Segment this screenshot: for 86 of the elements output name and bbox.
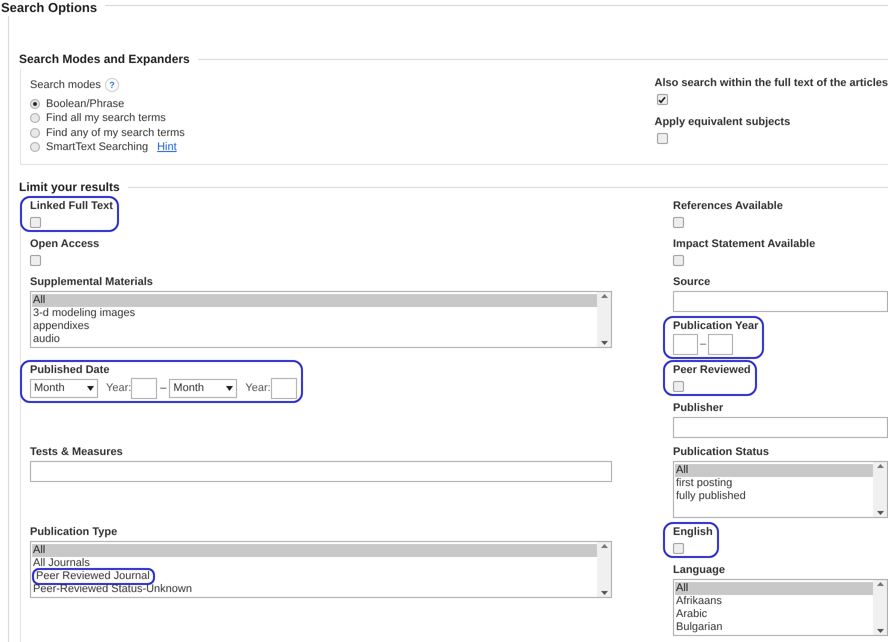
field-label: Published Date <box>30 364 110 377</box>
field-label: Open Access <box>30 238 100 251</box>
year-input-field[interactable] <box>673 334 698 355</box>
checkbox[interactable] <box>30 217 41 228</box>
year-label: Year: <box>106 381 132 396</box>
list-option[interactable]: Bulgarian <box>675 621 873 634</box>
scroll-up-arrow-icon[interactable] <box>876 582 884 586</box>
scroll-up-arrow-icon[interactable] <box>600 544 608 548</box>
section-title: Search Modes and Expanders <box>19 51 190 68</box>
month-dropdown[interactable]: Month <box>169 379 238 398</box>
field-label: Linked Full Text <box>30 200 113 213</box>
radio-button[interactable] <box>30 142 40 152</box>
list-option[interactable]: audio <box>32 333 597 346</box>
checkmark-icon <box>658 96 666 104</box>
radio-button[interactable] <box>30 113 40 124</box>
checkbox[interactable] <box>656 94 668 105</box>
field-label: Source <box>673 276 710 289</box>
scrollbar[interactable] <box>873 462 887 517</box>
scroll-up-arrow-icon[interactable] <box>876 464 884 468</box>
list-box[interactable]: All first posting fully published <box>673 461 888 518</box>
checkbox[interactable] <box>673 543 684 554</box>
list-option[interactable]: All <box>675 464 873 477</box>
year-input-field[interactable] <box>131 378 158 399</box>
scrollbar[interactable] <box>597 292 611 347</box>
list-option[interactable]: All <box>675 582 873 595</box>
field-label: Language <box>673 564 725 577</box>
radio-label: Find all my search terms <box>46 111 166 126</box>
scroll-down-arrow-icon[interactable] <box>600 591 608 595</box>
list-option[interactable]: first posting <box>675 477 873 490</box>
list-option[interactable]: Afrikaans <box>675 595 873 608</box>
checkbox[interactable] <box>656 133 668 144</box>
checkbox[interactable] <box>30 255 41 266</box>
page-title: Search Options <box>0 0 98 18</box>
field-label: Publisher <box>673 402 724 415</box>
list-box[interactable]: All All Journals Peer Reviewed Journal Peer-Reviewed Status-Unknown <box>30 541 612 598</box>
scroll-down-arrow-icon[interactable] <box>876 629 884 633</box>
checkbox[interactable] <box>673 255 684 266</box>
radio-label: SmartText Searching <box>46 140 148 155</box>
radio-label: Find any of my search terms <box>46 126 185 140</box>
scrollbar[interactable] <box>597 542 611 597</box>
list-option[interactable]: Arabic <box>675 608 873 621</box>
radio-button[interactable] <box>30 98 40 109</box>
list-box[interactable]: All Afrikaans Arabic Bulgarian <box>673 579 888 636</box>
month-dropdown[interactable]: Month <box>30 379 98 398</box>
field-label: Peer Reviewed <box>673 364 751 377</box>
field-label: Apply equivalent subjects <box>654 116 790 129</box>
text-input-field[interactable] <box>673 291 888 312</box>
caret-icon <box>87 386 94 391</box>
range-separator: – <box>700 337 706 352</box>
range-separator: – <box>160 381 166 396</box>
list-box[interactable]: All 3-d modeling images appendixes audio <box>30 291 612 348</box>
field-label: Publication Type <box>30 526 118 539</box>
list-option[interactable]: fully published <box>675 490 873 503</box>
text-input-field[interactable] <box>673 417 888 438</box>
field-label: Publication Status <box>673 446 769 459</box>
field-label: References Available <box>673 200 783 213</box>
field-label: Search modes <box>30 78 101 93</box>
scrollbar[interactable] <box>873 580 887 635</box>
list-option[interactable]: Peer Reviewed Journal <box>35 570 151 583</box>
section-title: Limit your results <box>19 179 120 196</box>
hint-link[interactable]: Hint <box>157 139 177 156</box>
list-option[interactable]: All <box>32 294 597 307</box>
year-input-field[interactable] <box>708 334 734 355</box>
field-label: Tests & Measures <box>30 446 123 459</box>
list-option[interactable]: appendixes <box>32 320 597 333</box>
scroll-up-arrow-icon[interactable] <box>600 294 608 298</box>
list-option[interactable]: All Journals <box>32 557 597 570</box>
text-input-field[interactable] <box>30 461 612 482</box>
caret-icon <box>226 386 234 391</box>
scroll-down-arrow-icon[interactable] <box>600 341 608 345</box>
list-option[interactable]: 3-d modeling images <box>32 307 597 320</box>
field-label: Impact Statement Available <box>673 238 816 251</box>
checkbox[interactable] <box>673 381 684 392</box>
radio-label: Boolean/Phrase <box>46 96 124 112</box>
field-label: Publication Year <box>673 320 758 333</box>
list-option[interactable]: All <box>32 544 597 557</box>
year-input-field[interactable] <box>270 378 297 399</box>
scroll-down-arrow-icon[interactable] <box>876 511 884 515</box>
year-label: Year: <box>245 381 271 396</box>
field-label: English <box>673 526 713 539</box>
radio-button[interactable] <box>30 128 40 138</box>
help-button[interactable]: ? <box>104 78 119 92</box>
field-label: Supplemental Materials <box>30 276 153 289</box>
checkbox[interactable] <box>673 217 684 228</box>
field-label: Also search within the full text of the articles <box>654 77 888 90</box>
list-option[interactable]: Peer-Reviewed Status-Unknown <box>32 583 597 596</box>
